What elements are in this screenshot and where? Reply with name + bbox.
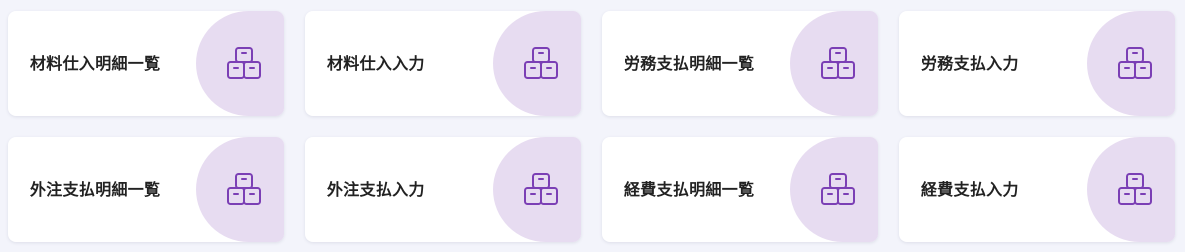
card-subcontract-payment-entry[interactable]: 外注支払入力	[305, 137, 581, 242]
card-labor-payment-list[interactable]: 労務支払明細一覧	[602, 11, 878, 116]
boxes-icon	[1116, 171, 1154, 209]
card-expense-payment-entry[interactable]: 経費支払入力	[899, 137, 1175, 242]
boxes-icon	[225, 171, 263, 209]
card-material-purchase-list[interactable]: 材料仕入明細一覧	[8, 11, 284, 116]
menu-card-grid: 材料仕入明細一覧 材料仕入入力 労務支払明細一覧 労務支払入力 外注支払明細一覧…	[0, 0, 1185, 252]
card-label: 経費支払明細一覧	[624, 180, 755, 199]
boxes-icon	[522, 171, 560, 209]
card-label: 外注支払入力	[327, 180, 425, 199]
card-label: 経費支払入力	[921, 180, 1019, 199]
boxes-icon	[225, 45, 263, 83]
card-label: 材料仕入明細一覧	[30, 54, 161, 73]
card-subcontract-payment-list[interactable]: 外注支払明細一覧	[8, 137, 284, 242]
card-label: 労務支払明細一覧	[624, 54, 755, 73]
boxes-icon	[819, 45, 857, 83]
card-label: 外注支払明細一覧	[30, 180, 161, 199]
card-expense-payment-list[interactable]: 経費支払明細一覧	[602, 137, 878, 242]
card-label: 労務支払入力	[921, 54, 1019, 73]
card-material-purchase-entry[interactable]: 材料仕入入力	[305, 11, 581, 116]
boxes-icon	[1116, 45, 1154, 83]
card-labor-payment-entry[interactable]: 労務支払入力	[899, 11, 1175, 116]
boxes-icon	[522, 45, 560, 83]
boxes-icon	[819, 171, 857, 209]
card-label: 材料仕入入力	[327, 54, 425, 73]
